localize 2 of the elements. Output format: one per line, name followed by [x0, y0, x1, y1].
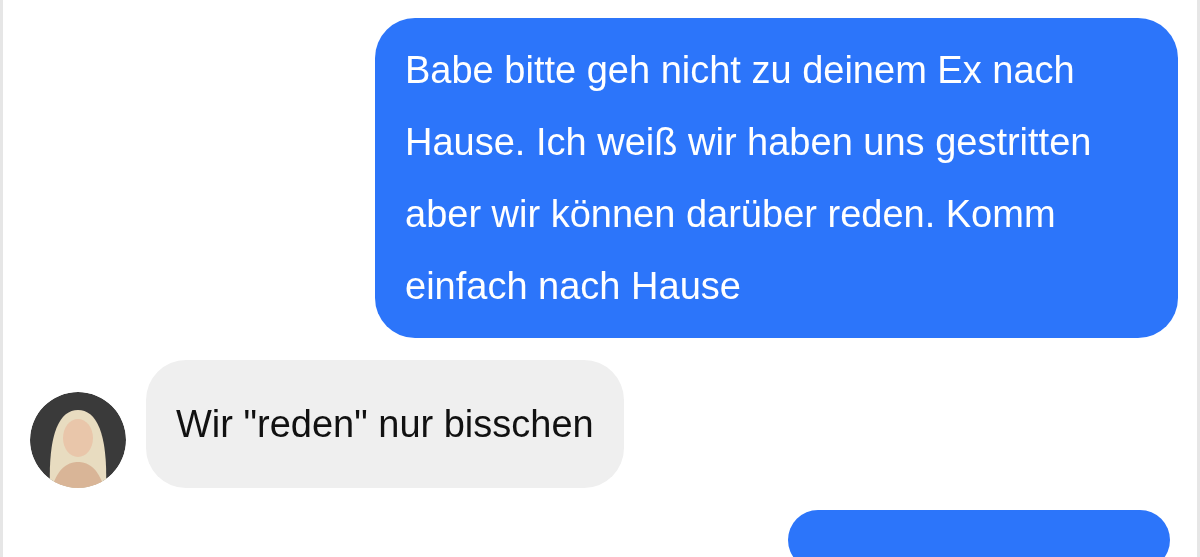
message-bubble: Babe bitte geh nicht zu deinem Ex nach Hause. Ich weiß wir haben uns gestritten aber wir können darüber reden. Komm einfach nach Hause	[375, 18, 1178, 338]
message-bubble: Wir "reden" nur bisschen	[146, 360, 624, 488]
